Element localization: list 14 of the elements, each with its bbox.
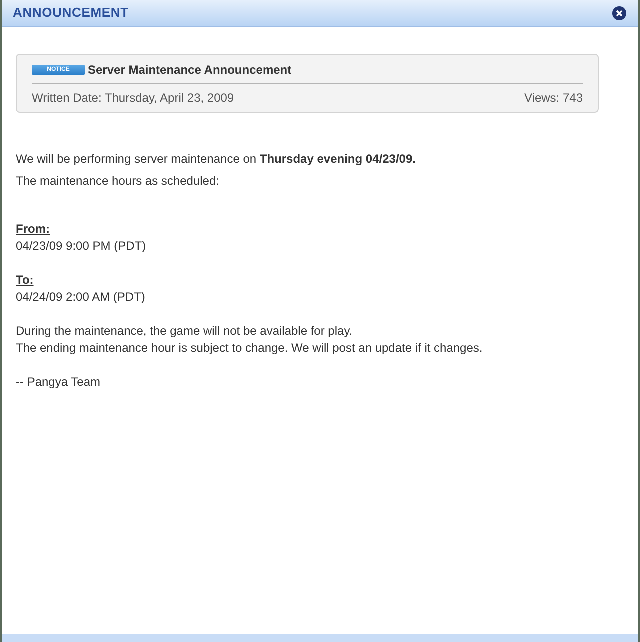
section-heading: To: xyxy=(16,272,35,289)
body-text: 04/23/09 9:00 PM (PDT) xyxy=(16,238,148,255)
section-heading: From: xyxy=(16,221,51,238)
post-title: Server Maintenance Announcement xyxy=(88,62,292,79)
body-text: The ending maintenance hour is subject to change. We will post an update if it changes. xyxy=(16,340,484,357)
body-text: 04/24/09 2:00 AM (PDT) xyxy=(16,289,146,306)
body-text: The maintenance hours as scheduled: xyxy=(16,173,220,190)
view-count: Views: 743 xyxy=(524,90,583,107)
body-text: -- Pangya Team xyxy=(16,374,102,391)
written-date: Written Date: Thursday, April 23, 2009 xyxy=(32,90,234,107)
close-icon[interactable] xyxy=(612,6,627,20)
window-title: ANNOUNCEMENT xyxy=(13,4,129,22)
body-text: We will be performing server maintenance on Thursday evening 04/23/09. xyxy=(16,151,417,168)
body-text: During the maintenance, the game will not be available for play. xyxy=(16,323,354,340)
